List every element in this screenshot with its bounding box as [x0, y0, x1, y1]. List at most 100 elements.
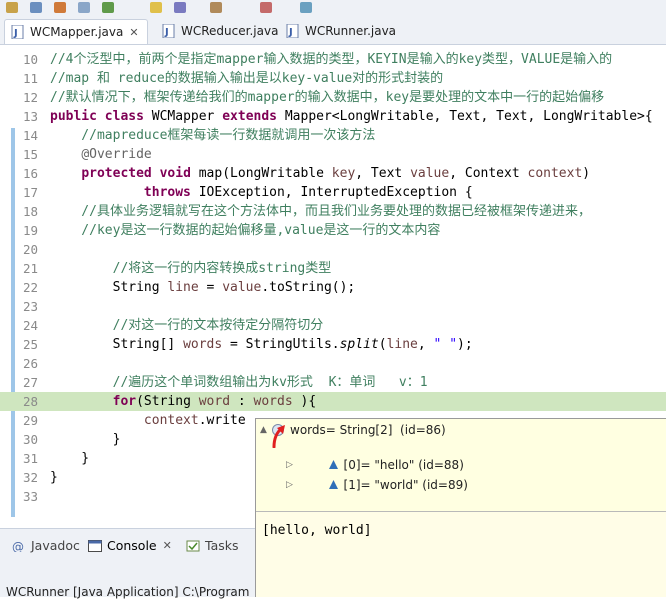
tab-label: Console — [107, 538, 157, 553]
toolbar-button-icon[interactable] — [6, 2, 18, 13]
console-header: WCRunner [Java Application] C:\Program — [6, 585, 250, 599]
toolbar — [0, 0, 666, 17]
editor-tab-bar: J WCMapper.java ✕ J WCReducer.java J WCR… — [0, 16, 666, 45]
line-number: 17 — [22, 185, 38, 200]
toolbar-button-icon[interactable] — [78, 2, 90, 13]
tab-label: Javadoc — [31, 538, 80, 553]
line-number: 25 — [22, 337, 38, 352]
line-number: 13 — [22, 109, 38, 124]
code-text: protected void map(LongWritable key, Tex… — [81, 166, 591, 181]
code-line[interactable]: 22 String line = value.toString(); — [0, 278, 666, 297]
code-line[interactable]: 15 @Override — [0, 145, 666, 164]
code-text: //遍历这个单词数组输出为kv形式 K：单词 v：1 — [50, 375, 428, 390]
field-icon — [298, 464, 344, 506]
code-line[interactable]: 12 //默认情况下，框架传递给我们的mapper的输入数据中，key是要处理的文… — [0, 88, 666, 107]
code-line[interactable]: 26 — [0, 354, 666, 373]
line-number: 19 — [22, 223, 38, 238]
code-text: context.write — [143, 413, 246, 428]
code-text: } — [50, 432, 121, 447]
code-line[interactable]: 28 for(String word : words ){ — [0, 392, 666, 411]
code-line[interactable]: 10 //4个泛型中，前两个是指定mapper输入数据的类型，KEYIN是输入的k… — [0, 50, 666, 69]
code-line[interactable]: 24 //对这一行的文本按待定分隔符切分 — [0, 316, 666, 335]
line-number: 11 — [22, 71, 38, 86]
line-number: 24 — [22, 318, 38, 333]
code-line[interactable]: 17 throws IOException, InterruptedExcept… — [0, 183, 666, 202]
expand-triangle-icon[interactable]: ▷ — [286, 480, 298, 490]
tab-tasks[interactable]: Tasks — [186, 538, 239, 553]
toolbar-button-icon[interactable] — [174, 2, 186, 13]
code-text: //对这一行的文本按待定分隔符切分 — [50, 318, 324, 333]
tab-label: WCRunner.java — [305, 24, 397, 38]
tab-wcmapper[interactable]: J WCMapper.java ✕ — [4, 19, 148, 44]
tasks-icon — [186, 540, 200, 552]
line-number: 28 — [22, 394, 38, 409]
code-text: //默认情况下，框架传递给我们的mapper的输入数据中，key是要处理的文本中… — [50, 90, 605, 105]
toolbar-button-icon[interactable] — [210, 2, 222, 13]
java-file-icon: J — [286, 23, 300, 39]
code-line[interactable]: 11 //map 和 reduce的数据输入输出是以key-value对的形式封装… — [0, 69, 666, 88]
close-icon[interactable]: ✕ — [163, 539, 172, 552]
toolbar-button-icon[interactable] — [300, 2, 312, 13]
line-number: 16 — [22, 166, 38, 181]
line-number: 18 — [22, 204, 38, 219]
tab-javadoc[interactable]: @ Javadoc — [12, 538, 80, 554]
svg-text:J: J — [13, 28, 18, 39]
debug-inspect-popup: ▲ words= String[2] (id=86) ▷ [0]= "hello… — [255, 418, 666, 597]
tab-label: WCMapper.java — [30, 25, 124, 39]
line-number: 26 — [22, 356, 38, 371]
code-text: //具体业务逻辑就写在这个方法体中，而且我们业务要处理的数据已经被框架传递进来， — [50, 204, 591, 219]
toolbar-button-icon[interactable] — [260, 2, 272, 13]
toolbar-button-icon[interactable] — [54, 2, 66, 13]
tab-label: Tasks — [205, 538, 239, 553]
tree-item[interactable]: ▷ [1]= "world" (id=89) — [286, 464, 468, 506]
code-text: } — [50, 470, 58, 485]
code-text: String line = value.toString(); — [50, 280, 356, 295]
line-number: 20 — [22, 242, 38, 257]
bottom-views-panel: @ Javadoc Console ✕ Tasks WCRunner [Java… — [0, 528, 255, 599]
line-number: 10 — [22, 52, 38, 67]
code-text: //mapreduce框架每读一行数据就调用一次该方法 — [50, 128, 376, 143]
line-number: 30 — [22, 432, 38, 447]
line-number: 15 — [22, 147, 38, 162]
code-line[interactable]: 25 String[] words = StringUtils.split(li… — [0, 335, 666, 354]
code-text: //map 和 reduce的数据输入输出是以key-value对的形式封装的 — [50, 71, 444, 86]
tab-wcrunner[interactable]: J WCRunner.java — [280, 19, 400, 43]
code-line[interactable]: 23 — [0, 297, 666, 316]
line-number: 27 — [22, 375, 38, 390]
tab-console[interactable]: Console ✕ — [88, 538, 172, 553]
javadoc-icon: @ — [12, 540, 26, 554]
code-line[interactable]: 18 //具体业务逻辑就写在这个方法体中，而且我们业务要处理的数据已经被框架传递… — [0, 202, 666, 221]
code-text: //将这一行的内容转换成string类型 — [50, 261, 332, 276]
code-line[interactable]: 14 //mapreduce框架每读一行数据就调用一次该方法 — [0, 126, 666, 145]
console-icon — [88, 539, 102, 552]
toolbar-button-icon[interactable] — [150, 2, 162, 13]
line-number: 14 — [22, 128, 38, 143]
code-text: for(String word : words ){ — [112, 394, 317, 409]
code-text: @Override — [81, 147, 152, 162]
code-line[interactable]: 19 //key是这一行数据的起始偏移量,value是这一行的文本内容 — [0, 221, 666, 240]
code-text: //4个泛型中，前两个是指定mapper输入数据的类型，KEYIN是输入的key… — [50, 52, 613, 67]
child-label: [1]= "world" (id=89) — [343, 478, 468, 492]
close-icon[interactable]: ✕ — [129, 26, 138, 39]
code-line[interactable]: 13 public class WCMapper extends Mapper<L… — [0, 107, 666, 126]
line-number: 33 — [22, 489, 38, 504]
code-line[interactable]: 21 //将这一行的内容转换成string类型 — [0, 259, 666, 278]
line-number: 12 — [22, 90, 38, 105]
toolbar-button-icon[interactable] — [102, 2, 114, 13]
code-line[interactable]: 16 protected void map(LongWritable key, … — [0, 164, 666, 183]
code-text: public class WCMapper extends Mapper<Lon… — [50, 109, 653, 124]
code-line[interactable]: 27 //遍历这个单词数组输出为kv形式 K：单词 v：1 — [0, 373, 666, 392]
tab-label: WCReducer.java — [181, 24, 279, 38]
line-number: 21 — [22, 261, 38, 276]
red-arrow-icon — [268, 424, 292, 452]
java-file-icon: J — [162, 23, 176, 39]
code-text: } — [50, 451, 90, 466]
line-number: 31 — [22, 451, 38, 466]
detail-pane-text: [hello, world] — [262, 523, 372, 538]
code-text: String[] words = StringUtils.split(line,… — [50, 337, 473, 352]
code-line[interactable]: 20 — [0, 240, 666, 259]
svg-text:J: J — [288, 27, 293, 38]
line-number: 23 — [22, 299, 38, 314]
toolbar-button-icon[interactable] — [30, 2, 42, 13]
tab-wcreducer[interactable]: J WCReducer.java — [156, 19, 279, 43]
